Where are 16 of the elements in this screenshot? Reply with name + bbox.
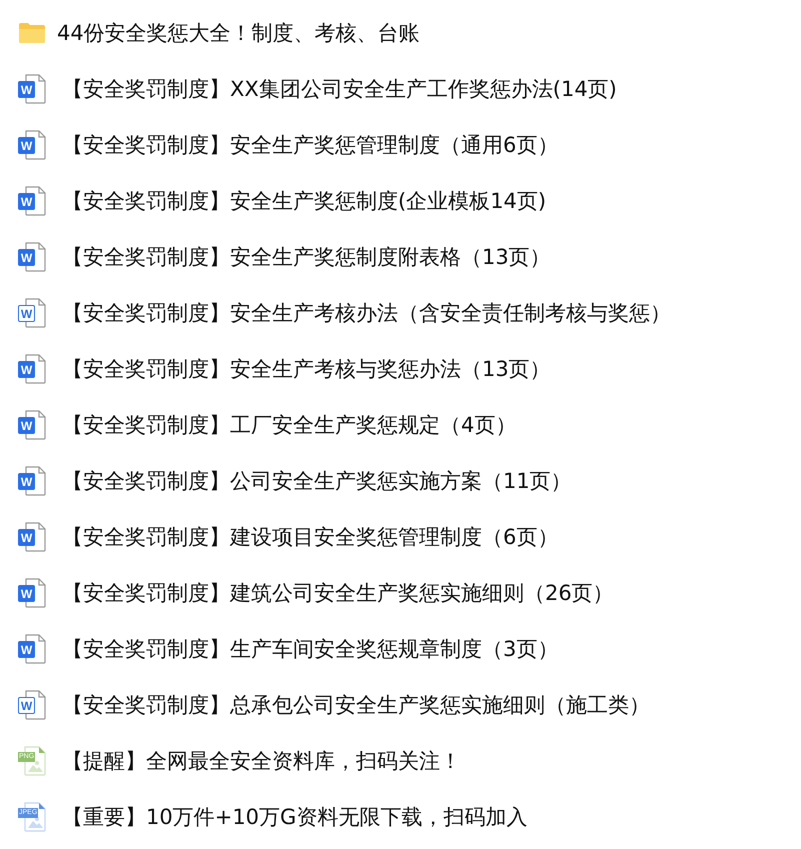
- file-name[interactable]: 【安全奖罚制度】安全生产奖惩制度(企业模板14页): [62, 187, 546, 215]
- file-name[interactable]: 【安全奖罚制度】工厂安全生产奖惩规定（4页）: [62, 411, 516, 439]
- file-name[interactable]: 【重要】10万件+10万G资料无限下载，扫码加入: [62, 803, 528, 831]
- file-name[interactable]: 【安全奖罚制度】公司安全生产奖惩实施方案（11页）: [62, 467, 572, 495]
- file-name[interactable]: 【安全奖罚制度】生产车间安全奖惩规章制度（3页）: [62, 635, 558, 663]
- file-name[interactable]: 【安全奖罚制度】XX集团公司安全生产工作奖惩办法(14页): [62, 75, 617, 103]
- file-name[interactable]: 【安全奖罚制度】建筑公司安全生产奖惩实施细则（26页）: [62, 579, 614, 607]
- file-name[interactable]: 【安全奖罚制度】建设项目安全奖惩管理制度（6页）: [62, 523, 558, 551]
- file-name[interactable]: 【安全奖罚制度】安全生产奖惩管理制度（通用6页）: [62, 131, 558, 159]
- file-name[interactable]: 【安全奖罚制度】安全生产奖惩制度附表格（13页）: [62, 243, 551, 271]
- file-name[interactable]: 【提醒】全网最全安全资料库，扫码关注！: [62, 747, 461, 775]
- folder-icon: [18, 22, 46, 44]
- file-name[interactable]: 【安全奖罚制度】安全生产考核与奖惩办法（13页）: [62, 355, 551, 383]
- file-name[interactable]: 【安全奖罚制度】安全生产考核办法（含安全责任制考核与奖惩）: [62, 299, 671, 327]
- file-name[interactable]: 【安全奖罚制度】总承包公司安全生产奖惩实施细则（施工类）: [62, 691, 650, 719]
- file-name[interactable]: 44份安全奖惩大全！制度、考核、台账: [57, 19, 420, 47]
